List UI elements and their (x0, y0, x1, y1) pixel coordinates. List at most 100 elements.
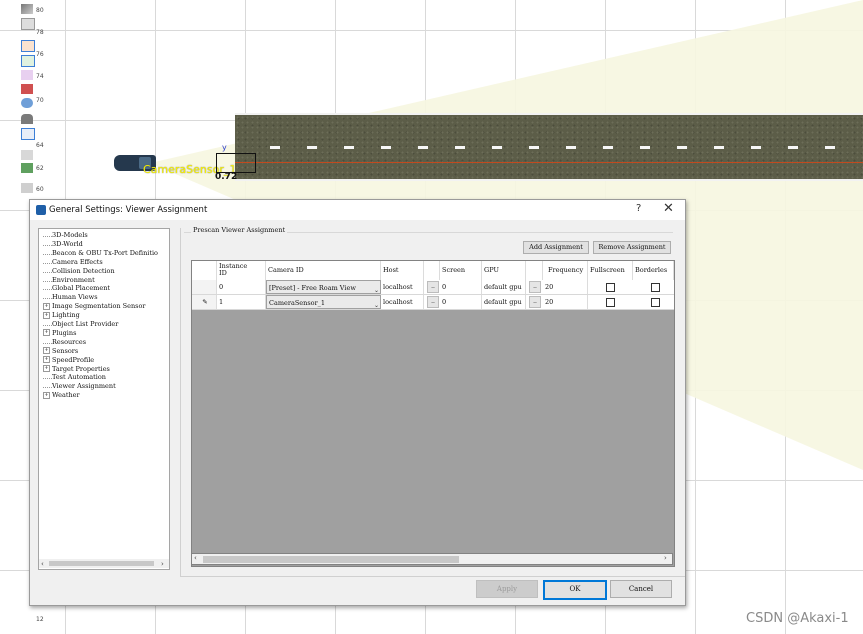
expand-icon[interactable]: + (43, 347, 50, 355)
fullscreen-checkbox[interactable] (606, 283, 615, 292)
header-frequency[interactable]: Frequency (543, 261, 588, 280)
header-instance-id[interactable]: Instance ID (217, 261, 266, 280)
assignment-table: Instance ID Camera ID Host Screen GPU Fre… (191, 260, 675, 567)
axis-label: y (222, 143, 227, 152)
header-screen[interactable]: Screen (440, 261, 482, 280)
footer-separator (180, 576, 685, 577)
settings-tree[interactable]: 3D-Models 3D-World Beacon & OBU Tx-Port De… (38, 228, 170, 570)
table-row[interactable]: 0 [Preset] - Free Roam View ⌄ localhost .… (192, 280, 674, 295)
tree-branch-line (43, 339, 52, 344)
tree-item[interactable]: Test Automation (43, 373, 106, 382)
tree-item[interactable]: + Lighting (43, 311, 80, 320)
camera-sensor-object[interactable] (216, 153, 256, 173)
tree-scroll-thumb[interactable] (49, 561, 154, 566)
tree-item[interactable]: Object List Provider (43, 320, 118, 329)
expand-icon[interactable]: + (43, 365, 50, 372)
scroll-left-icon[interactable]: ‹ (41, 560, 44, 568)
remove-assignment-button[interactable]: Remove Assignment (593, 241, 671, 254)
tree-item[interactable]: Environment (43, 276, 95, 285)
tree-item[interactable]: Viewer Assignment (43, 382, 116, 391)
host-browse-button[interactable]: .. (427, 296, 439, 308)
expand-icon[interactable]: + (43, 302, 50, 310)
borderless-checkbox[interactable] (651, 283, 660, 292)
header-gpu[interactable]: GPU (482, 261, 526, 280)
gpu-browse-button[interactable]: .. (529, 281, 541, 293)
screen-cell[interactable]: 0 (440, 280, 482, 294)
header-borderless[interactable]: Borderles (633, 261, 674, 280)
frequency-cell[interactable]: 20 (543, 280, 588, 294)
ruler-label: 74 (36, 73, 44, 80)
host-cell[interactable]: localhost (381, 280, 424, 294)
sensor-tool-icon[interactable] (21, 55, 35, 67)
road-tool-icon[interactable] (21, 4, 33, 14)
camera-id-value: CameraSensor_1 (269, 299, 326, 307)
lane-marking (603, 146, 613, 149)
tree-item[interactable]: 3D-World (43, 240, 83, 249)
road-segment[interactable] (235, 115, 863, 181)
tree-branch-line (43, 383, 52, 389)
header-host[interactable]: Host (381, 261, 424, 280)
host-cell[interactable]: localhost (381, 295, 424, 309)
tree-item[interactable]: + SpeedProfile (43, 356, 94, 365)
fullscreen-checkbox[interactable] (606, 298, 615, 307)
camera-id-select[interactable]: CameraSensor_1 ⌄ (266, 295, 381, 309)
camera-id-select[interactable]: [Preset] - Free Roam View ⌄ (266, 280, 381, 294)
lane-marking (344, 146, 354, 149)
table-row[interactable]: ✎ 1 CameraSensor_1 ⌄ localhost .. 0 defau… (192, 295, 674, 310)
ok-button[interactable]: OK (543, 580, 607, 600)
path-tool-icon[interactable] (21, 128, 35, 140)
instance-id-cell[interactable]: 1 (217, 295, 266, 309)
tree-item[interactable]: Collision Detection (43, 267, 115, 276)
tree-item[interactable]: Resources (43, 338, 86, 347)
help-button[interactable]: ? (636, 203, 641, 214)
camera-sensor-tool-icon[interactable] (21, 40, 35, 52)
add-assignment-button[interactable]: Add Assignment (523, 241, 589, 254)
header-camera-id[interactable]: Camera ID (266, 261, 381, 280)
tree-item-label: Environment (52, 275, 95, 284)
tree-item[interactable]: Camera Effects (43, 258, 103, 267)
tree-item[interactable]: Beacon & OBU Tx-Port Definitio (43, 249, 158, 258)
lidar-tool-icon[interactable] (21, 84, 33, 94)
apply-button[interactable]: Apply (476, 580, 538, 598)
weather-tool-icon[interactable] (21, 114, 33, 124)
dialog-titlebar[interactable]: General Settings: Viewer Assignment ? ✕ (30, 200, 685, 220)
gpu-cell[interactable]: default gpu (482, 280, 526, 294)
vehicle-path-line (235, 162, 863, 163)
tree-item[interactable]: Human Views (43, 293, 98, 302)
expand-icon[interactable]: + (43, 391, 50, 399)
screen-cell[interactable]: 0 (440, 295, 482, 309)
scroll-right-icon[interactable]: › (161, 560, 164, 568)
lane-marking (751, 146, 761, 149)
pen-tool-icon[interactable] (21, 183, 33, 193)
expand-icon[interactable]: + (43, 311, 50, 319)
host-browse-button[interactable]: .. (427, 281, 439, 293)
close-button[interactable]: ✕ (663, 201, 674, 216)
tree-item[interactable]: + Target Properties (43, 365, 110, 374)
borderless-checkbox[interactable] (651, 298, 660, 307)
scroll-right-icon[interactable]: › (664, 554, 667, 562)
tree-item[interactable]: 3D-Models (43, 231, 88, 240)
gpu-browse-button[interactable]: .. (529, 296, 541, 308)
instance-id-cell[interactable]: 0 (217, 280, 266, 294)
tree-item[interactable]: + Plugins (43, 329, 76, 338)
tree-item[interactable]: + Weather (43, 391, 80, 400)
frequency-cell[interactable]: 20 (543, 295, 588, 309)
tree-item-label: Image Segmentation Sensor (52, 302, 146, 311)
header-fullscreen[interactable]: Fullscreen (588, 261, 633, 280)
tree-item[interactable]: Global Placement (43, 284, 110, 293)
lane-marking (270, 146, 280, 149)
tree-tool-icon[interactable] (21, 163, 33, 173)
cancel-button[interactable]: Cancel (610, 580, 672, 598)
tree-item[interactable]: + Sensors (43, 347, 78, 356)
scroll-left-icon[interactable]: ‹ (194, 554, 197, 562)
tree-item[interactable]: + Image Segmentation Sensor (43, 302, 146, 311)
table-scroll-thumb[interactable] (203, 556, 459, 563)
curve-tool-icon[interactable] (21, 18, 35, 30)
expand-icon[interactable]: + (43, 329, 50, 337)
tree-item-label: SpeedProfile (52, 355, 95, 364)
gpu-cell[interactable]: default gpu (482, 295, 526, 309)
radar-tool-icon[interactable] (21, 70, 33, 80)
measure-tool-icon[interactable] (21, 150, 33, 160)
expand-icon[interactable]: + (43, 356, 50, 364)
globe-tool-icon[interactable] (21, 98, 33, 108)
